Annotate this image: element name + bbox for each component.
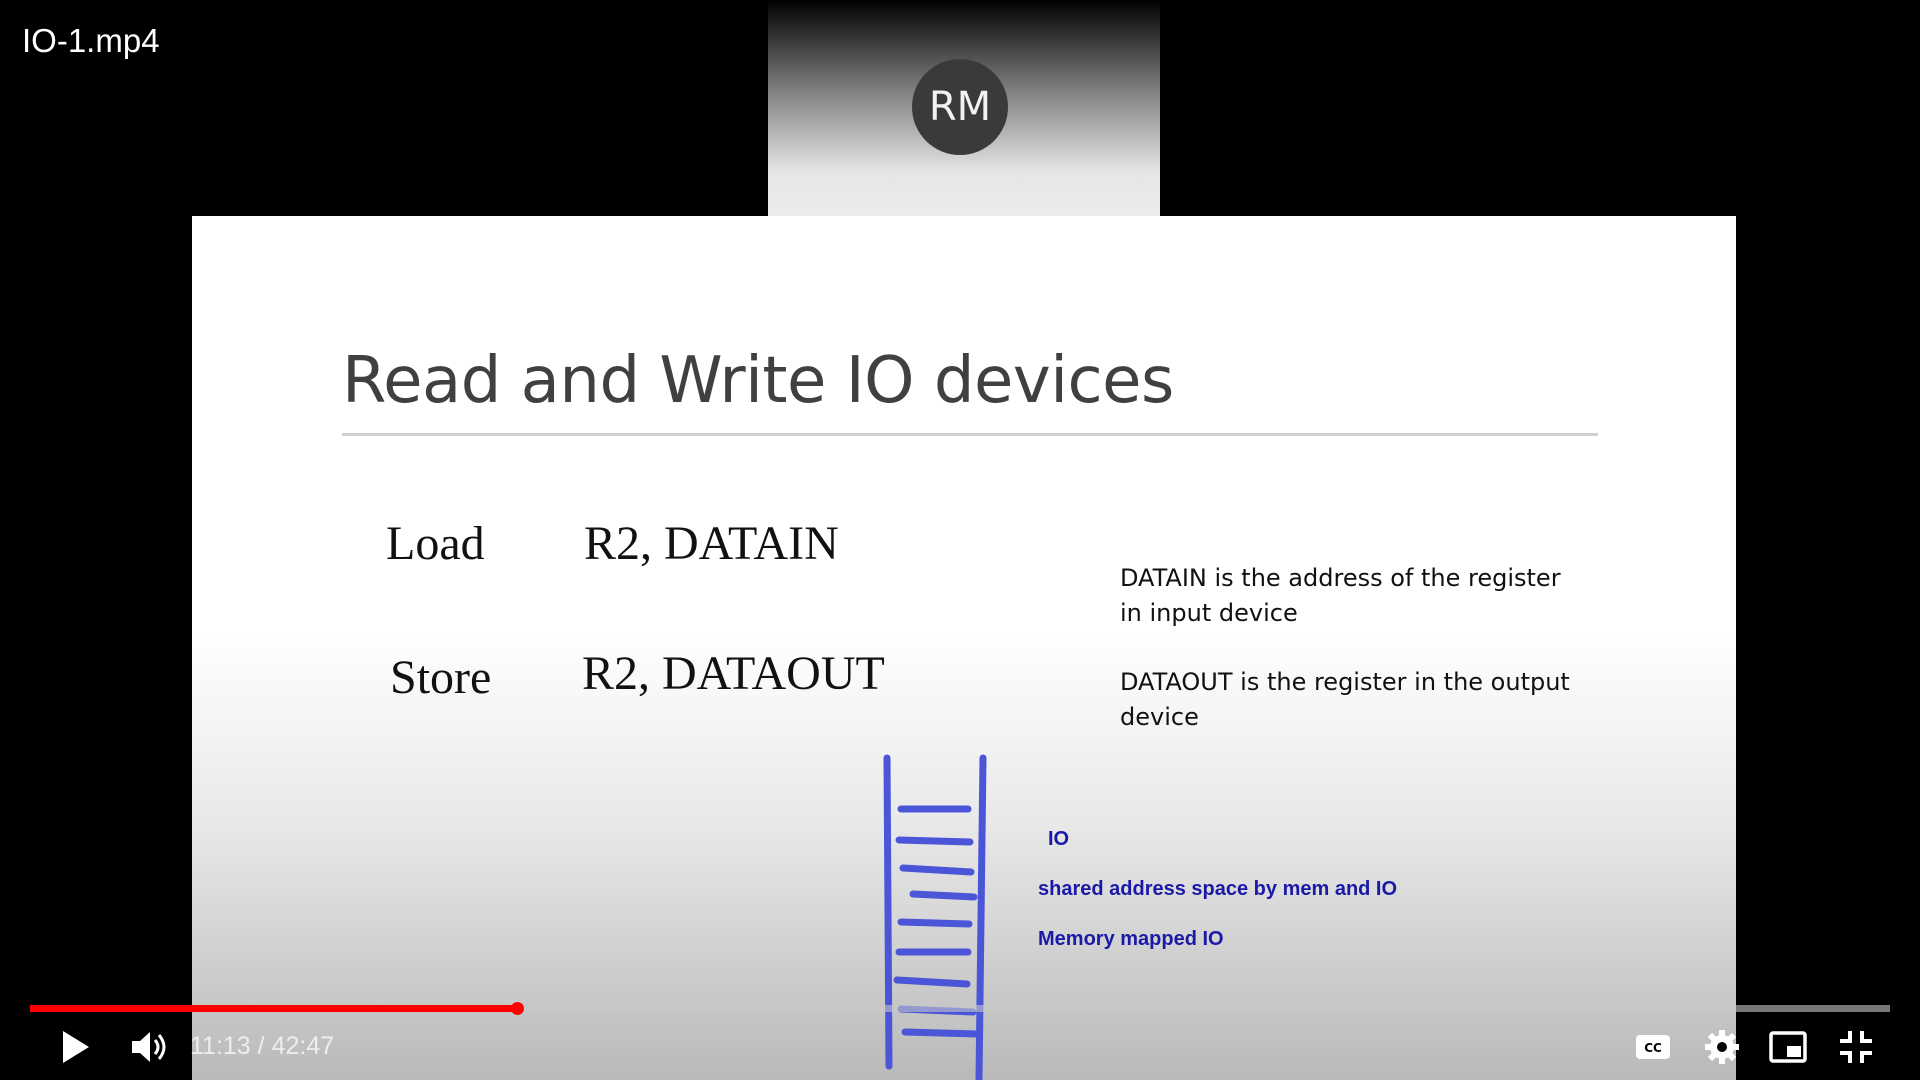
progress-bar[interactable] [30,1002,1890,1015]
ladder-rail-left [883,754,893,1070]
ladder-rung [901,1028,981,1038]
duration: 42:47 [271,1032,335,1060]
play-icon [63,1031,89,1063]
annotation-io: IO [1048,828,1070,850]
gear-icon [1705,1030,1739,1064]
svg-text:CC: CC [1644,1041,1662,1055]
miniplayer-button[interactable] [1768,1028,1808,1066]
miniplayer-icon [1769,1031,1807,1063]
annotation-shared-address-space: shared address space by mem and IO [1038,878,1398,900]
annotation-memory-mapped-io: Memory mapped IO [1038,928,1224,950]
load-instruction-op: Load [386,517,485,570]
video-title: IO-1.mp4 [22,22,160,59]
store-instruction-args: R2, DATAOUT [582,647,885,700]
progress-played [30,1005,518,1012]
ladder-rung [899,864,975,876]
play-button[interactable] [55,1025,95,1069]
dataout-note-line-2: device [1120,703,1199,731]
slide-title: Read and Write IO devices [342,344,1174,418]
dataout-note-line-1: DATAOUT is the register in the output [1120,668,1570,696]
volume-icon [132,1032,166,1062]
ladder-rung [897,918,973,928]
ladder-rung [909,890,978,901]
datain-note-line-1: DATAIN is the address of the register [1120,564,1561,592]
datain-note-line-2: in input device [1120,599,1298,627]
load-instruction-args: R2, DATAIN [584,517,839,570]
ladder-rung [895,836,974,846]
dataout-note: DATAOUT is the register in the output de… [1120,665,1570,735]
current-time: 11:13 [190,1032,251,1060]
avatar: RM [912,59,1008,155]
datain-note: DATAIN is the address of the register in… [1120,561,1561,631]
title-divider [342,433,1598,436]
time-display: 11:13 / 42:47 [190,1032,334,1061]
ladder-rail-right [975,754,987,1080]
participant-tile: RM [768,0,1160,216]
volume-button[interactable] [128,1027,172,1067]
exit-fullscreen-icon [1840,1031,1872,1063]
exit-fullscreen-button[interactable] [1836,1027,1876,1067]
slide: Read and Write IO devices Load R2, DATAI… [192,216,1736,1080]
captions-icon: CC [1636,1035,1670,1059]
time-separator: / [250,1032,272,1060]
store-instruction-op: Store [390,651,492,704]
ladder-sketch [883,754,987,1080]
settings-button[interactable] [1702,1027,1742,1067]
captions-button[interactable]: CC [1634,1030,1672,1064]
ladder-rung [893,976,971,988]
